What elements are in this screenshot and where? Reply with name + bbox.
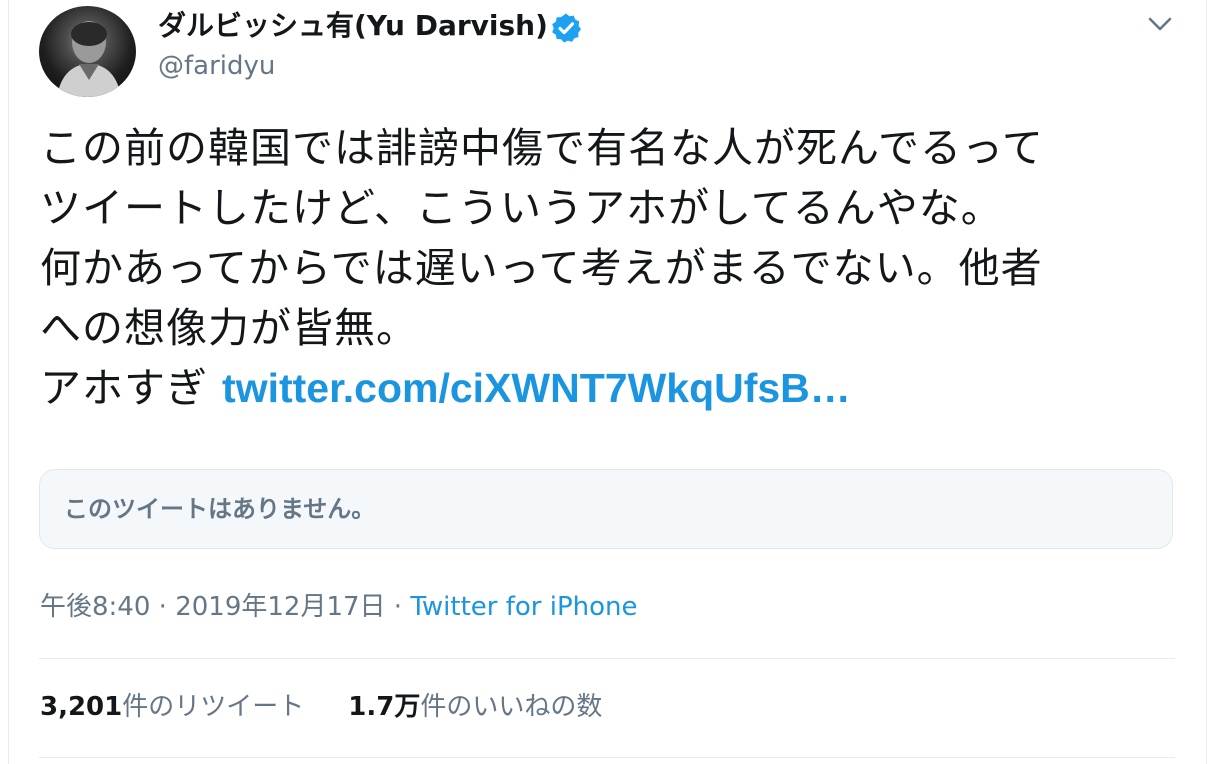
chevron-down-icon[interactable]	[1146, 12, 1174, 36]
tweet-line: ツイートしたけど、こういうアホがしてるんやな。	[40, 184, 1003, 232]
divider	[39, 658, 1175, 659]
tweet-source-link[interactable]: Twitter for iPhone	[410, 592, 637, 622]
user-handle[interactable]: @faridyu	[158, 50, 275, 82]
tweet-last-line: アホすぎ twitter.com/ciXWNT7WkqUfsB…	[40, 358, 1190, 418]
tweet-line: への想像力が皆無。	[40, 304, 418, 352]
tweet-stats: 3,201件のリツイート 1.7万件のいいねの数	[40, 688, 602, 726]
quoted-tweet-box[interactable]: このツイートはありません。	[39, 469, 1173, 549]
card-border-right	[1206, 0, 1207, 764]
likes-label: 件のいいねの数	[420, 692, 603, 722]
quoted-tweet-unavailable: このツイートはありません。	[64, 495, 376, 523]
retweets-label: 件のリツイート	[122, 692, 305, 722]
meta-separator: ·	[385, 592, 411, 622]
avatar-photo	[57, 21, 121, 97]
tweet-text: この前の韓国では誹謗中傷で有名な人が死んでるって ツイートしたけど、こういうアホ…	[40, 118, 1190, 418]
verified-badge-icon	[552, 13, 581, 43]
retweets-stat[interactable]: 3,201件のリツイート	[40, 692, 304, 722]
divider	[39, 757, 1175, 758]
tweet-line: 何かあってからでは遅いって考えがまるでない。他者	[40, 244, 1043, 292]
display-name[interactable]: ダルビッシュ有(Yu Darvish)	[158, 8, 548, 44]
tweet-line: この前の韓国では誹謗中傷で有名な人が死んでるって	[40, 124, 1044, 172]
avatar[interactable]	[39, 6, 136, 97]
retweets-count: 3,201	[40, 692, 123, 722]
tweet-metadata: 午後8:40 · 2019年12月17日 · Twitter for iPhon…	[40, 588, 638, 626]
likes-stat[interactable]: 1.7万件のいいねの数	[348, 692, 602, 722]
likes-count: 1.7万	[348, 692, 421, 722]
card-border-left	[8, 0, 9, 764]
meta-separator: ·	[150, 592, 176, 622]
tweet-date[interactable]: 2019年12月17日	[175, 592, 385, 622]
tweet-line-prefix: アホすぎ	[40, 364, 223, 412]
tweet-time[interactable]: 午後8:40	[40, 592, 150, 622]
tweet-link[interactable]: twitter.com/ciXWNT7WkqUfsB…	[222, 365, 851, 411]
